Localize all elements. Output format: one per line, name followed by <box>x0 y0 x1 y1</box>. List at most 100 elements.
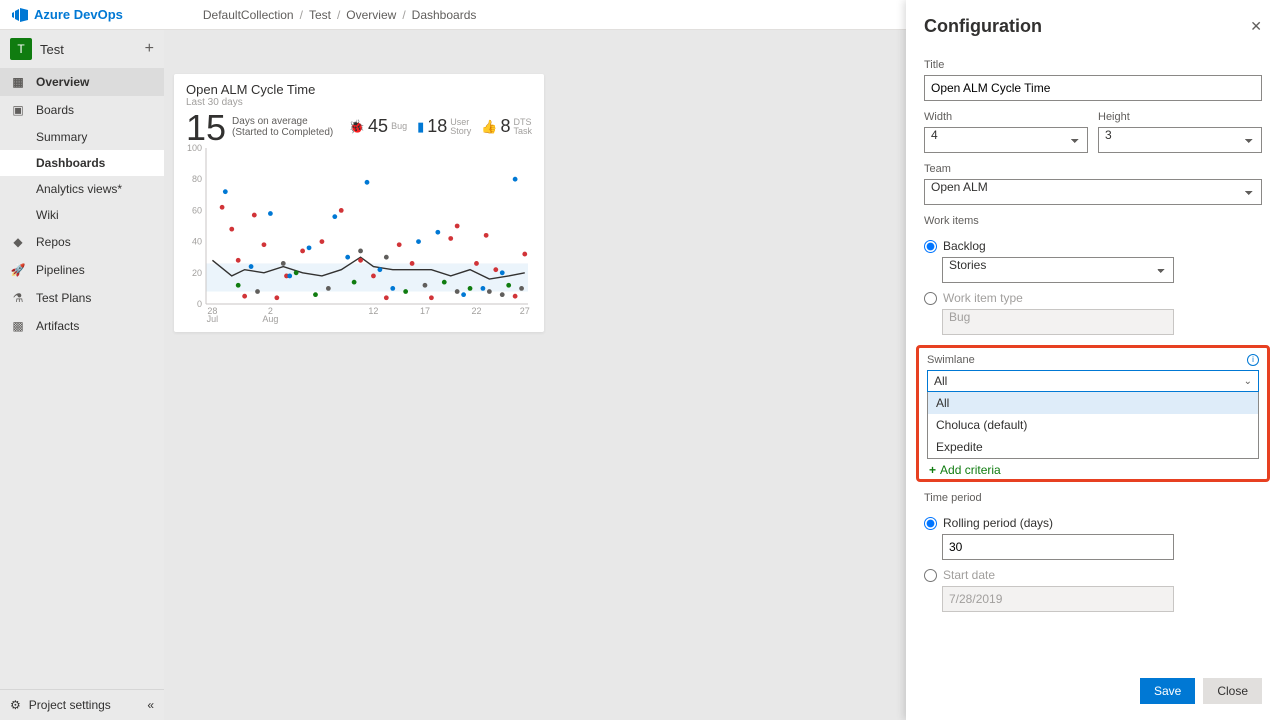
configuration-panel: Configuration ✕ Title Width 4 Height 3 T… <box>906 0 1280 720</box>
label-title: Title <box>924 59 1262 71</box>
task-icon: 👍 <box>481 119 497 135</box>
swimlane-option[interactable]: All <box>928 392 1258 414</box>
widget-subtitle: Last 30 days <box>186 97 532 108</box>
sidebar-item-artifacts[interactable]: ▩ Artifacts <box>0 312 164 340</box>
nav-label: Analytics views* <box>36 182 122 196</box>
radio-rolling-input[interactable] <box>924 517 937 530</box>
breadcrumb-item[interactable]: Overview <box>346 8 396 22</box>
radio-startdate[interactable]: Start date <box>924 568 1262 582</box>
overview-icon: ▦ <box>10 74 26 90</box>
svg-text:60: 60 <box>192 205 202 215</box>
app-name: Azure DevOps <box>34 7 123 22</box>
collapse-icon[interactable]: « <box>147 698 154 712</box>
swimlane-highlight: Swimlane i All ⌄ All Choluca (default) E… <box>916 345 1270 482</box>
radio-backlog[interactable]: Backlog <box>924 239 1262 253</box>
radio-wit-input[interactable] <box>924 292 937 305</box>
nav-label: Artifacts <box>36 319 79 333</box>
info-icon[interactable]: i <box>1247 354 1259 366</box>
close-icon[interactable]: ✕ <box>1250 18 1262 35</box>
cycle-time-widget[interactable]: Open ALM Cycle Time Last 30 days 15 Days… <box>174 74 544 332</box>
radio-rolling[interactable]: Rolling period (days) <box>924 516 1262 530</box>
project-name: Test <box>40 42 64 57</box>
boards-icon: ▣ <box>10 102 26 118</box>
svg-text:12: 12 <box>368 306 378 316</box>
cycle-time-chart: 02040608010028Jul2Aug12172227 <box>186 144 532 324</box>
project-row[interactable]: T Test + <box>0 30 164 68</box>
height-select[interactable]: 3 <box>1098 127 1262 153</box>
workitemtype-select: Bug <box>942 309 1174 335</box>
sidebar-item-testplans[interactable]: ⚗ Test Plans <box>0 284 164 312</box>
backlog-select[interactable]: Stories <box>942 257 1174 283</box>
add-criteria-link[interactable]: + Add criteria <box>929 463 1259 477</box>
svg-text:100: 100 <box>187 144 202 153</box>
breadcrumb-item[interactable]: Test <box>309 8 331 22</box>
chevron-down-icon: ⌄ <box>1244 376 1252 387</box>
nav-label: Test Plans <box>36 291 91 305</box>
sidebar-item-wiki[interactable]: Wiki <box>0 202 164 228</box>
add-icon[interactable]: + <box>145 40 154 58</box>
big-label: Days on average <box>232 116 333 127</box>
pipelines-icon: 🚀 <box>10 262 26 278</box>
swimlane-option[interactable]: Expedite <box>928 436 1258 458</box>
gear-icon: ⚙ <box>10 698 21 712</box>
label-height: Height <box>1098 111 1262 123</box>
stat-task: 👍 8 DTSTask <box>481 116 532 137</box>
label-workitems: Work items <box>924 215 1262 227</box>
sidebar-item-repos[interactable]: ◆ Repos <box>0 228 164 256</box>
rolling-input[interactable] <box>942 534 1174 560</box>
svg-text:Jul: Jul <box>207 314 219 324</box>
label-team: Team <box>924 163 1262 175</box>
widget-title: Open ALM Cycle Time <box>186 82 532 97</box>
nav-label: Summary <box>36 130 87 144</box>
radio-startdate-input[interactable] <box>924 569 937 582</box>
panel-title: Configuration <box>924 16 1042 37</box>
close-button[interactable]: Close <box>1203 678 1262 704</box>
big-number: 15 <box>186 110 226 146</box>
sidebar-item-summary[interactable]: Summary <box>0 124 164 150</box>
swimlane-select[interactable]: All ⌄ <box>927 370 1259 392</box>
team-select[interactable]: Open ALM <box>924 179 1262 205</box>
project-avatar: T <box>10 38 32 60</box>
azure-devops-icon <box>12 7 28 23</box>
width-select[interactable]: 4 <box>924 127 1088 153</box>
sidebar-item-pipelines[interactable]: 🚀 Pipelines <box>0 256 164 284</box>
breadcrumb-item[interactable]: DefaultCollection <box>203 8 294 22</box>
testplans-icon: ⚗ <box>10 290 26 306</box>
nav-label: Dashboards <box>36 156 105 170</box>
settings-label: Project settings <box>29 698 111 712</box>
swimlane-option[interactable]: Choluca (default) <box>928 414 1258 436</box>
sidebar-item-boards[interactable]: ▣ Boards <box>0 96 164 124</box>
app-logo[interactable]: Azure DevOps <box>12 7 123 23</box>
save-button[interactable]: Save <box>1140 678 1195 704</box>
project-settings[interactable]: ⚙ Project settings « <box>0 689 164 720</box>
svg-text:40: 40 <box>192 237 202 247</box>
label-timeperiod: Time period <box>924 492 1262 504</box>
stat-userstory: ▮ 18 UserStory <box>417 116 471 137</box>
userstory-icon: ▮ <box>417 119 424 135</box>
svg-text:80: 80 <box>192 174 202 184</box>
radio-backlog-input[interactable] <box>924 240 937 253</box>
sidebar-item-dashboards[interactable]: Dashboards <box>0 150 164 176</box>
svg-text:17: 17 <box>420 306 430 316</box>
svg-text:20: 20 <box>192 268 202 278</box>
nav-label: Overview <box>36 75 89 89</box>
label-width: Width <box>924 111 1088 123</box>
plus-icon: + <box>929 463 936 477</box>
big-label-sub: (Started to Completed) <box>232 127 333 138</box>
nav-label: Boards <box>36 103 74 117</box>
swimlane-dropdown: All Choluca (default) Expedite <box>927 392 1259 459</box>
breadcrumb-item[interactable]: Dashboards <box>412 8 477 22</box>
repos-icon: ◆ <box>10 234 26 250</box>
nav-label: Pipelines <box>36 263 85 277</box>
label-swimlane: Swimlane <box>927 354 1259 366</box>
radio-workitemtype[interactable]: Work item type <box>924 291 1262 305</box>
nav-label: Wiki <box>36 208 59 222</box>
sidebar: T Test + ▦ Overview ▣ Boards Summary Das… <box>0 30 164 720</box>
svg-text:0: 0 <box>197 299 202 309</box>
sidebar-item-analytics[interactable]: Analytics views* <box>0 176 164 202</box>
svg-text:22: 22 <box>471 306 481 316</box>
nav-label: Repos <box>36 235 71 249</box>
title-input[interactable] <box>924 75 1262 101</box>
svg-text:27: 27 <box>520 306 530 316</box>
sidebar-item-overview[interactable]: ▦ Overview <box>0 68 164 96</box>
